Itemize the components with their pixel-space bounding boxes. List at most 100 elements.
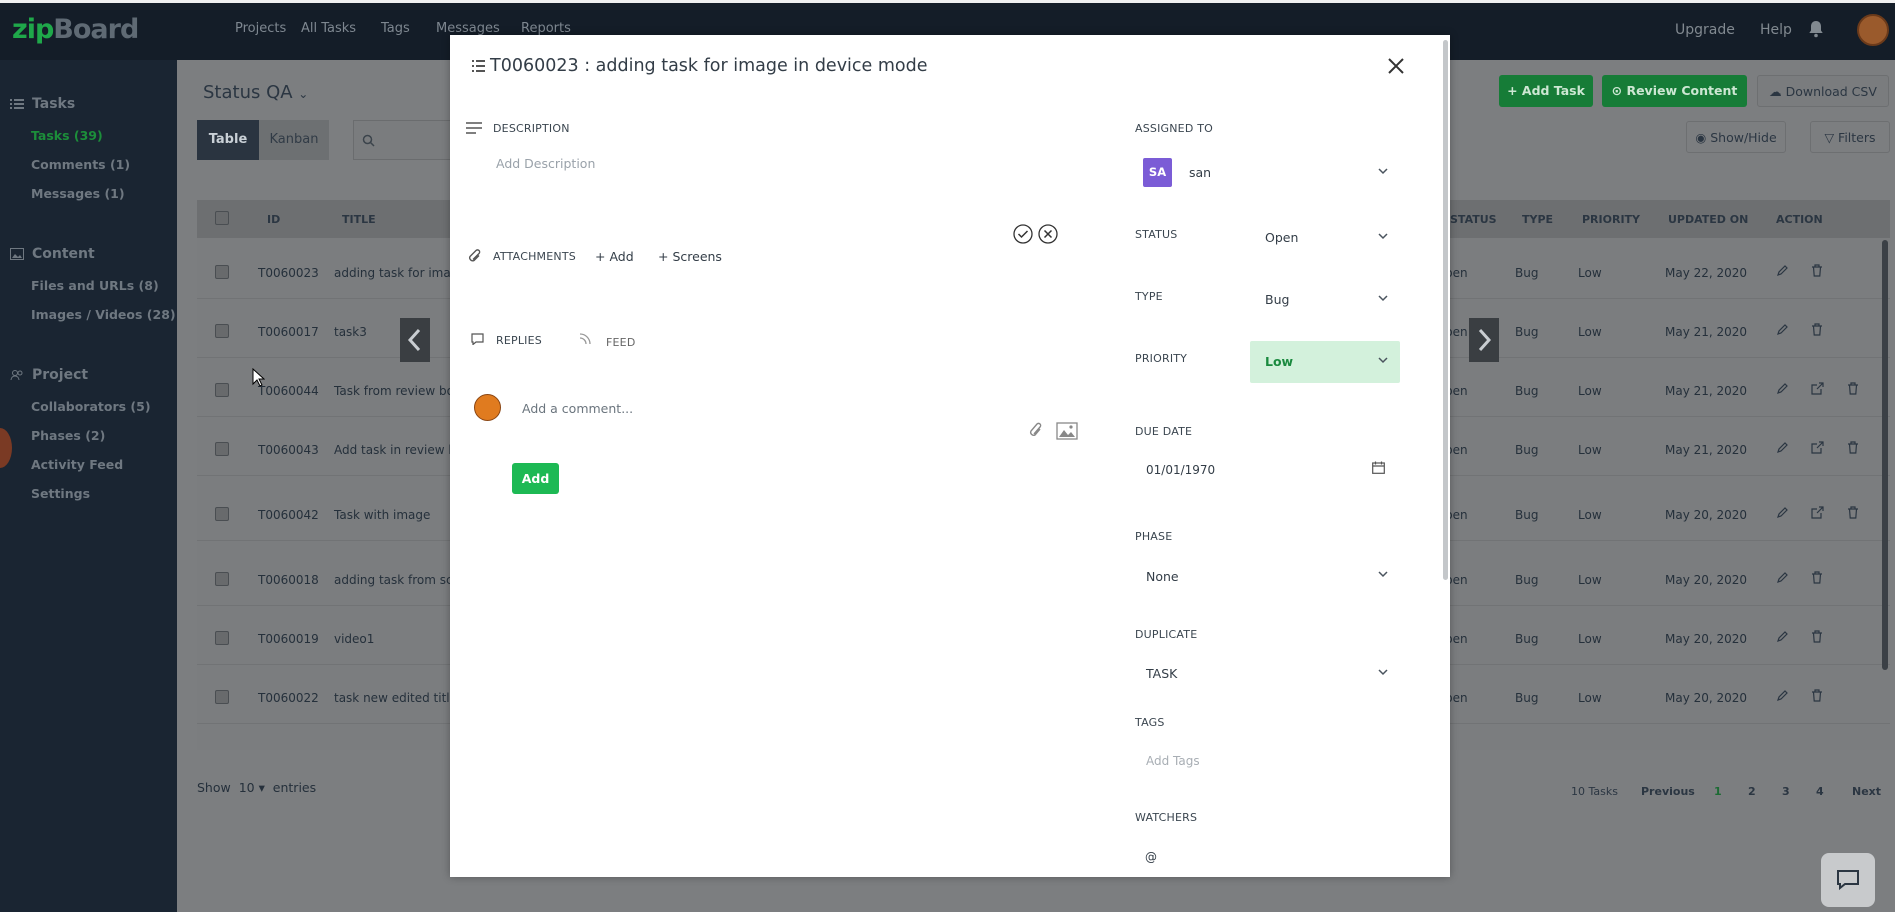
trash-icon[interactable]: [1811, 571, 1823, 584]
table-scrollbar[interactable]: [1882, 240, 1888, 670]
watchers-input[interactable]: @: [1145, 850, 1157, 864]
type-dropdown[interactable]: Bug: [1265, 292, 1289, 307]
pagination-next[interactable]: Next: [1852, 785, 1881, 798]
help-link[interactable]: Help: [1760, 22, 1792, 38]
open-external-icon[interactable]: [1811, 441, 1824, 454]
row-checkbox[interactable]: [215, 324, 229, 338]
nav-reports[interactable]: Reports: [521, 21, 571, 36]
task-id[interactable]: T0060022: [258, 691, 319, 705]
next-task-arrow[interactable]: [1469, 318, 1499, 362]
download-csv-button[interactable]: ☁ Download CSV: [1757, 75, 1889, 107]
tab-replies[interactable]: REPLIES: [496, 334, 542, 347]
pagination-previous[interactable]: Previous: [1641, 785, 1695, 798]
tab-feed[interactable]: FEED: [606, 336, 636, 349]
nav-tags[interactable]: Tags: [381, 21, 410, 36]
comment-input[interactable]: Add a comment...: [522, 401, 633, 416]
task-title[interactable]: Task from review bo: [334, 384, 454, 398]
task-id[interactable]: T0060043: [258, 443, 319, 457]
task-id[interactable]: T0060018: [258, 573, 319, 587]
nav-projects[interactable]: Projects: [235, 21, 286, 36]
edit-icon[interactable]: [1776, 441, 1789, 454]
trash-icon[interactable]: [1811, 630, 1823, 643]
status-filter-dropdown[interactable]: Status QA ⌄: [203, 82, 308, 103]
pagination-page-4[interactable]: 4: [1816, 785, 1824, 798]
add-comment-button[interactable]: Add: [512, 463, 559, 494]
edit-icon[interactable]: [1776, 382, 1789, 395]
sidebar-item-tasks[interactable]: Tasks (39): [31, 128, 103, 143]
duplicate-dropdown[interactable]: TASK: [1146, 666, 1177, 681]
chevron-down-icon[interactable]: [1378, 295, 1388, 302]
sidebar-item-phases[interactable]: Phases (2): [31, 428, 105, 443]
edit-icon[interactable]: [1776, 689, 1789, 702]
zipboard-logo[interactable]: zipBoard: [12, 14, 139, 45]
edit-icon[interactable]: [1776, 630, 1789, 643]
chevron-down-icon[interactable]: [1378, 168, 1388, 175]
attach-file-icon[interactable]: [1029, 422, 1043, 440]
confirm-icon[interactable]: [1013, 224, 1033, 244]
pagination-page-1[interactable]: 1: [1714, 785, 1722, 798]
add-screens-button[interactable]: + Screens: [658, 249, 722, 264]
chat-widget-button[interactable]: [1821, 853, 1875, 907]
task-title[interactable]: Add task in review b: [334, 443, 456, 457]
chevron-down-icon[interactable]: [1378, 357, 1388, 364]
column-priority[interactable]: PRIORITY: [1582, 213, 1640, 226]
insert-image-icon[interactable]: [1056, 422, 1078, 440]
nav-messages[interactable]: Messages: [436, 21, 500, 36]
phase-dropdown[interactable]: None: [1146, 569, 1179, 584]
task-id[interactable]: T0060042: [258, 508, 319, 522]
chevron-down-icon[interactable]: [1378, 571, 1388, 578]
status-dropdown[interactable]: Open: [1265, 230, 1298, 245]
sidebar-item-files[interactable]: Files and URLs (8): [31, 278, 159, 293]
prev-task-arrow[interactable]: [400, 318, 430, 362]
task-id[interactable]: T0060023: [258, 266, 319, 280]
select-all-checkbox[interactable]: [215, 211, 229, 225]
close-icon[interactable]: [1386, 56, 1406, 76]
edit-icon[interactable]: [1776, 264, 1789, 277]
column-id[interactable]: ID: [267, 213, 280, 226]
chevron-down-icon[interactable]: [1378, 233, 1388, 240]
review-content-button[interactable]: ⊙ Review Content: [1602, 75, 1747, 107]
pagination-page-2[interactable]: 2: [1748, 785, 1756, 798]
show-entries-control[interactable]: Show 10 ▾ entries: [197, 780, 316, 795]
trash-icon[interactable]: [1811, 264, 1823, 277]
nav-all-tasks[interactable]: All Tasks: [301, 21, 356, 36]
sidebar-item-settings[interactable]: Settings: [31, 486, 90, 501]
trash-icon[interactable]: [1811, 323, 1823, 336]
task-title[interactable]: adding task from scr: [334, 573, 458, 587]
open-external-icon[interactable]: [1811, 506, 1824, 519]
sidebar-item-collaborators[interactable]: Collaborators (5): [31, 399, 151, 414]
tab-kanban[interactable]: Kanban: [259, 120, 329, 160]
column-status[interactable]: STATUS: [1450, 213, 1497, 226]
column-title[interactable]: TITLE: [342, 213, 376, 226]
task-id[interactable]: T0060044: [258, 384, 319, 398]
task-title[interactable]: Task with image: [334, 508, 430, 522]
add-attachment-button[interactable]: + Add: [595, 249, 634, 264]
task-id[interactable]: T0060017: [258, 325, 319, 339]
calendar-icon[interactable]: [1372, 461, 1385, 474]
column-updated-on[interactable]: UPDATED ON: [1668, 213, 1748, 226]
open-external-icon[interactable]: [1811, 382, 1824, 395]
assignee-name[interactable]: san: [1189, 165, 1211, 180]
user-avatar[interactable]: [1857, 14, 1889, 46]
row-checkbox[interactable]: [215, 507, 229, 521]
trash-icon[interactable]: [1847, 382, 1859, 395]
edit-icon[interactable]: [1776, 323, 1789, 336]
trash-icon[interactable]: [1847, 506, 1859, 519]
cancel-icon[interactable]: [1038, 224, 1058, 244]
row-checkbox[interactable]: [215, 572, 229, 586]
sidebar-item-images[interactable]: Images / Videos (28): [31, 307, 176, 322]
pagination-page-3[interactable]: 3: [1782, 785, 1790, 798]
modal-scrollbar[interactable]: [1443, 40, 1448, 580]
row-checkbox[interactable]: [215, 265, 229, 279]
row-checkbox[interactable]: [215, 631, 229, 645]
sidebar-item-messages[interactable]: Messages (1): [31, 186, 125, 201]
row-checkbox[interactable]: [215, 690, 229, 704]
task-id[interactable]: T0060019: [258, 632, 319, 646]
task-title[interactable]: task new edited title: [334, 691, 457, 705]
task-title[interactable]: video1: [334, 632, 374, 646]
row-checkbox[interactable]: [215, 442, 229, 456]
task-title[interactable]: adding task for imag: [334, 266, 458, 280]
add-task-button[interactable]: + Add Task: [1499, 75, 1593, 107]
show-hide-button[interactable]: ◉ Show/Hide: [1686, 121, 1786, 153]
due-date-input[interactable]: 01/01/1970: [1146, 463, 1215, 477]
